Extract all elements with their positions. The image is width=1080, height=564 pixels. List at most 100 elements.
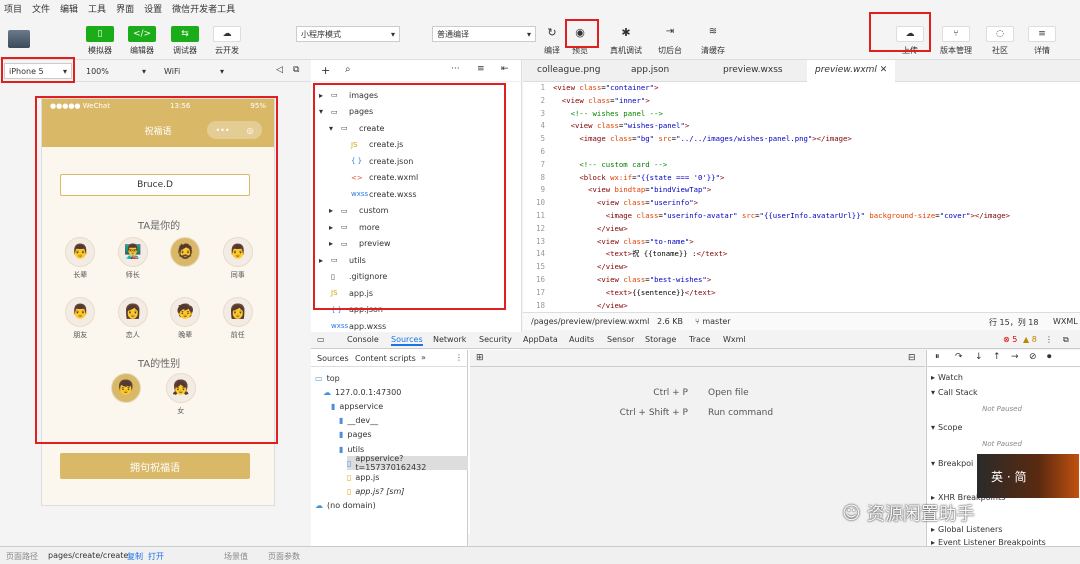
menu-tools[interactable]: 工具 [88, 2, 106, 15]
tab-colleague[interactable]: colleague.png [537, 65, 600, 75]
source-tree-item[interactable]: ▯ app.js? [sm] [347, 485, 404, 499]
params-label[interactable]: 页面参数 [268, 551, 300, 562]
step-over-icon[interactable]: ↷ [955, 352, 963, 362]
subtab-sources[interactable]: Sources [317, 354, 349, 363]
editor-tabs: colleague.png app.json preview.wxss prev… [523, 60, 1080, 82]
ime-indicator[interactable]: 英 · 简 [977, 454, 1079, 498]
line-number: 5 [540, 134, 545, 144]
folder-icon: ☁ [323, 387, 331, 397]
compile-mode-select[interactable]: 普通编译 ▾ [432, 26, 536, 42]
source-name: 127.0.0.1:47300 [335, 387, 402, 397]
zoom-select[interactable]: 100% ▾ [82, 63, 150, 79]
background-button[interactable]: ⇥ [662, 26, 678, 42]
devtools-icon[interactable]: ▭ [317, 335, 325, 344]
popout-icon[interactable]: ⧉ [293, 65, 299, 75]
step-into-icon[interactable]: ↓ [975, 352, 983, 362]
file-icon: ▯ [347, 487, 352, 497]
generate-button[interactable]: 拥句祝福语 [60, 453, 250, 479]
tab-trace[interactable]: Trace [689, 335, 710, 344]
subtab-content-scripts[interactable]: Content scripts [355, 354, 416, 363]
menu-edit[interactable]: 编辑 [60, 2, 78, 15]
line-number: 7 [540, 159, 545, 169]
code-content[interactable]: <view class="container"> <view class="in… [553, 82, 1010, 312]
source-tree-item[interactable]: ▮ pages [339, 428, 372, 442]
source-tree-item[interactable]: ▮ appservice [331, 399, 383, 413]
tab-appdata[interactable]: AppData [523, 335, 558, 344]
details-button[interactable]: ≡ [1028, 26, 1056, 42]
layers-icon: ≋ [708, 26, 718, 37]
line-number: 16 [535, 274, 545, 284]
menu-settings[interactable]: 设置 [144, 2, 162, 15]
community-button[interactable]: ◌ [986, 26, 1014, 42]
menu-dots-icon[interactable]: ⋮ [455, 353, 463, 362]
watch-section[interactable]: ▸ Watch [931, 371, 963, 383]
open-link[interactable]: 打开 [148, 551, 164, 562]
step-icon[interactable]: → [1011, 352, 1019, 362]
mode-select[interactable]: 小程序模式 ▾ [296, 26, 400, 42]
toggle-debugger-icon[interactable]: ⊟ [908, 353, 916, 363]
source-tree-item[interactable]: ☁ (no domain) [315, 499, 376, 513]
debugger-button[interactable]: ⇆ [171, 26, 199, 42]
remote-debug-label: 真机调试 [610, 46, 642, 55]
scope-section[interactable]: ▾ Scope [931, 421, 962, 433]
breakpoints-section[interactable]: ▾ Breakpoi [931, 457, 973, 469]
menu-view[interactable]: 界面 [116, 2, 134, 15]
tab-preview-wxml[interactable]: preview.wxml ✕ [807, 60, 896, 82]
collapse-icon[interactable]: ≡ [477, 64, 485, 74]
tab-console[interactable]: Console [347, 335, 379, 344]
editor-button[interactable]: </> [128, 26, 156, 42]
file-tree-item[interactable]: wxss app.wxss [319, 319, 386, 333]
menu-file[interactable]: 文件 [32, 2, 50, 15]
step-out-icon[interactable]: ↑ [993, 352, 1001, 362]
tab-storage[interactable]: Storage [645, 335, 676, 344]
tab-wxml[interactable]: Wxml [723, 335, 746, 344]
source-tree-item[interactable]: ▯ app.js [347, 470, 379, 484]
callstack-section[interactable]: ▾ Call Stack [931, 386, 978, 398]
dock-icon[interactable]: ⧉ [1063, 335, 1069, 345]
menu-project[interactable]: 项目 [4, 2, 22, 15]
community-label: 社区 [992, 46, 1008, 55]
explorer-toolbar: + ⌕ ··· ≡ ⇤ [311, 60, 522, 82]
pause-icon[interactable]: ⏸ [935, 352, 940, 362]
cloud-dev-icon: ☁ [222, 29, 232, 39]
menu-wechat-devtools[interactable]: 微信开发者工具 [172, 2, 235, 15]
watermark: ☺ 资源闲置助手 [842, 502, 975, 526]
source-tree-item[interactable]: ☁ 127.0.0.1:47300 [323, 385, 401, 399]
source-tree-item[interactable]: ▭ top [315, 371, 340, 385]
source-tree-item[interactable]: ▮ __dev__ [339, 414, 378, 428]
project-avatar[interactable] [8, 30, 30, 48]
simulator-button[interactable]: ▯ [86, 26, 114, 42]
deactivate-breakpoints-icon[interactable]: ⊘ [1029, 352, 1037, 362]
network-select[interactable]: WiFi ▾ [160, 63, 228, 79]
tab-sensor[interactable]: Sensor [607, 335, 634, 344]
line-number: 3 [540, 108, 545, 118]
more-icon[interactable]: ··· [451, 64, 460, 74]
tab-app-json[interactable]: app.json [631, 65, 669, 75]
cloud-button[interactable]: ☁ [213, 26, 241, 42]
source-tree-item[interactable]: ▯ appservice?t=157370162432 [347, 454, 468, 472]
compile-button[interactable]: ↻ [544, 26, 560, 42]
tab-sources[interactable]: Sources [391, 335, 423, 346]
settings-icon[interactable]: ⋮ [1045, 335, 1053, 344]
tab-security[interactable]: Security [479, 335, 512, 344]
copy-link[interactable]: 复制 [127, 551, 143, 562]
tab-network[interactable]: Network [433, 335, 466, 344]
split-icon[interactable]: ⇤ [501, 64, 509, 74]
volume-icon[interactable]: ◁ [276, 65, 283, 75]
file-size: 2.6 KB [657, 317, 683, 326]
close-icon[interactable]: ✕ [880, 65, 888, 75]
scene-label[interactable]: 场景值 [224, 551, 248, 562]
pause-exceptions-icon[interactable]: ⏺ [1047, 352, 1052, 362]
toggle-navigator-icon[interactable]: ⊞ [476, 353, 484, 363]
add-icon[interactable]: + [321, 64, 330, 77]
remote-debug-button[interactable]: ✱ [618, 26, 634, 42]
callstack-status: Not Paused [982, 405, 1022, 413]
menu-icon: ≡ [1038, 29, 1046, 39]
cloud-label: 云开发 [215, 46, 239, 55]
version-button[interactable]: ⑂ [942, 26, 970, 42]
more-tabs-icon[interactable]: » [421, 353, 426, 362]
tab-preview-wxss[interactable]: preview.wxss [723, 65, 783, 75]
search-icon[interactable]: ⌕ [345, 64, 351, 75]
clear-cache-button[interactable]: ≋ [704, 26, 722, 42]
tab-audits[interactable]: Audits [569, 335, 594, 344]
